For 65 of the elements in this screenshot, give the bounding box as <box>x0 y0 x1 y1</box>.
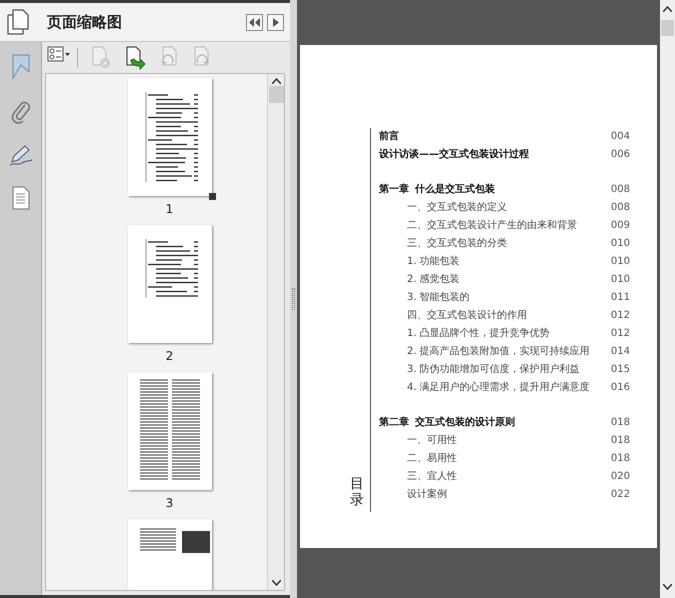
page-number: 1 <box>166 202 174 216</box>
insert-page-icon[interactable] <box>124 46 146 70</box>
double-left-arrow-icon <box>249 18 260 26</box>
expand-button[interactable] <box>267 14 284 30</box>
page-reference: 018 <box>610 435 630 447</box>
paperclip-icon[interactable] <box>10 100 30 124</box>
page-reference: 018 <box>610 417 630 429</box>
page-reference: 010 <box>610 274 630 286</box>
toc-entry[interactable]: 二、易用性 <box>407 453 457 465</box>
scroll-up-icon[interactable] <box>272 78 280 84</box>
page-reference: 008 <box>610 184 630 196</box>
page-reference: 011 <box>610 292 630 304</box>
scrollbar[interactable] <box>267 74 284 590</box>
scrollbar[interactable] <box>660 0 675 598</box>
toc-entry[interactable]: 一、交互式包装的定义 <box>407 202 507 214</box>
page-reference: 009 <box>610 220 630 232</box>
panel-title: 页面缩略图 <box>47 12 122 33</box>
page-reference: 016 <box>610 382 630 394</box>
toc-entry[interactable]: 4. 满足用户的心理需求，提升用户满意度 <box>407 382 590 394</box>
toc-entry[interactable]: 设计案例 <box>407 489 447 501</box>
scroll-down-icon[interactable] <box>663 584 672 590</box>
page-number: 2 <box>166 349 174 363</box>
page-reference: 008 <box>610 202 630 214</box>
toc-entry[interactable]: 什么是交互式包装 <box>415 184 495 196</box>
toc-entry[interactable]: 设计访谈——交互式包装设计过程 <box>379 149 529 161</box>
page-reference: 010 <box>610 256 630 268</box>
signature-pen-icon[interactable] <box>8 144 32 166</box>
resize-handle[interactable] <box>208 193 216 200</box>
scrollbar-thumb[interactable] <box>661 20 674 36</box>
page-reference: 018 <box>610 453 630 465</box>
page-thumbnail[interactable] <box>128 372 212 490</box>
toc-entry[interactable]: 3. 防伪功能增加可信度，保护用户利益 <box>407 364 580 376</box>
page-reference: 014 <box>610 346 630 358</box>
right-arrow-icon <box>272 18 278 26</box>
scrollbar-thumb[interactable] <box>268 86 284 103</box>
contents-title: 目录 <box>350 477 364 508</box>
toc-entry[interactable]: 四、交互式包装设计的作用 <box>407 310 527 322</box>
page-reference: 006 <box>610 149 630 161</box>
document-icon[interactable] <box>12 186 30 210</box>
page-reference: 020 <box>610 471 630 483</box>
page-reference: 004 <box>610 131 630 143</box>
scroll-down-icon[interactable] <box>272 580 280 586</box>
toc-entry[interactable]: 1. 凸显品牌个性，提升竞争优势 <box>407 328 550 340</box>
page-reference: 015 <box>610 364 630 376</box>
toc-entry[interactable]: 2. 提高产品包装附加值，实现可持续应用 <box>407 346 590 358</box>
page-reference: 010 <box>610 238 630 250</box>
toc-entry[interactable]: 交互式包装的设计原则 <box>415 417 515 429</box>
page-reference: 022 <box>610 489 630 501</box>
page-reference: 012 <box>610 328 630 340</box>
toc-entry[interactable]: 3. 智能包装的 <box>407 292 470 304</box>
scroll-up-icon[interactable] <box>663 6 672 12</box>
chapter-label: 第二章 <box>379 417 409 429</box>
toc-entry[interactable]: 2. 感觉包装 <box>407 274 460 286</box>
pages-icon[interactable] <box>7 9 29 35</box>
page-thumbnail[interactable] <box>128 225 212 343</box>
page-reference: 012 <box>610 310 630 322</box>
toc-entry[interactable]: 三、交互式包装的分类 <box>407 238 507 250</box>
toc-entry[interactable]: 一、可用性 <box>407 435 457 447</box>
toc-entry[interactable]: 前言 <box>379 131 399 143</box>
page-number: 3 <box>166 496 174 510</box>
chapter-label: 第一章 <box>379 184 409 196</box>
collapse-button[interactable] <box>246 14 263 30</box>
toc-entry[interactable]: 三、宜人性 <box>407 471 457 483</box>
toc-entry[interactable]: 1. 功能包装 <box>407 256 460 268</box>
toc-entry[interactable]: 二、交互式包装设计产生的由来和背景 <box>407 220 577 232</box>
